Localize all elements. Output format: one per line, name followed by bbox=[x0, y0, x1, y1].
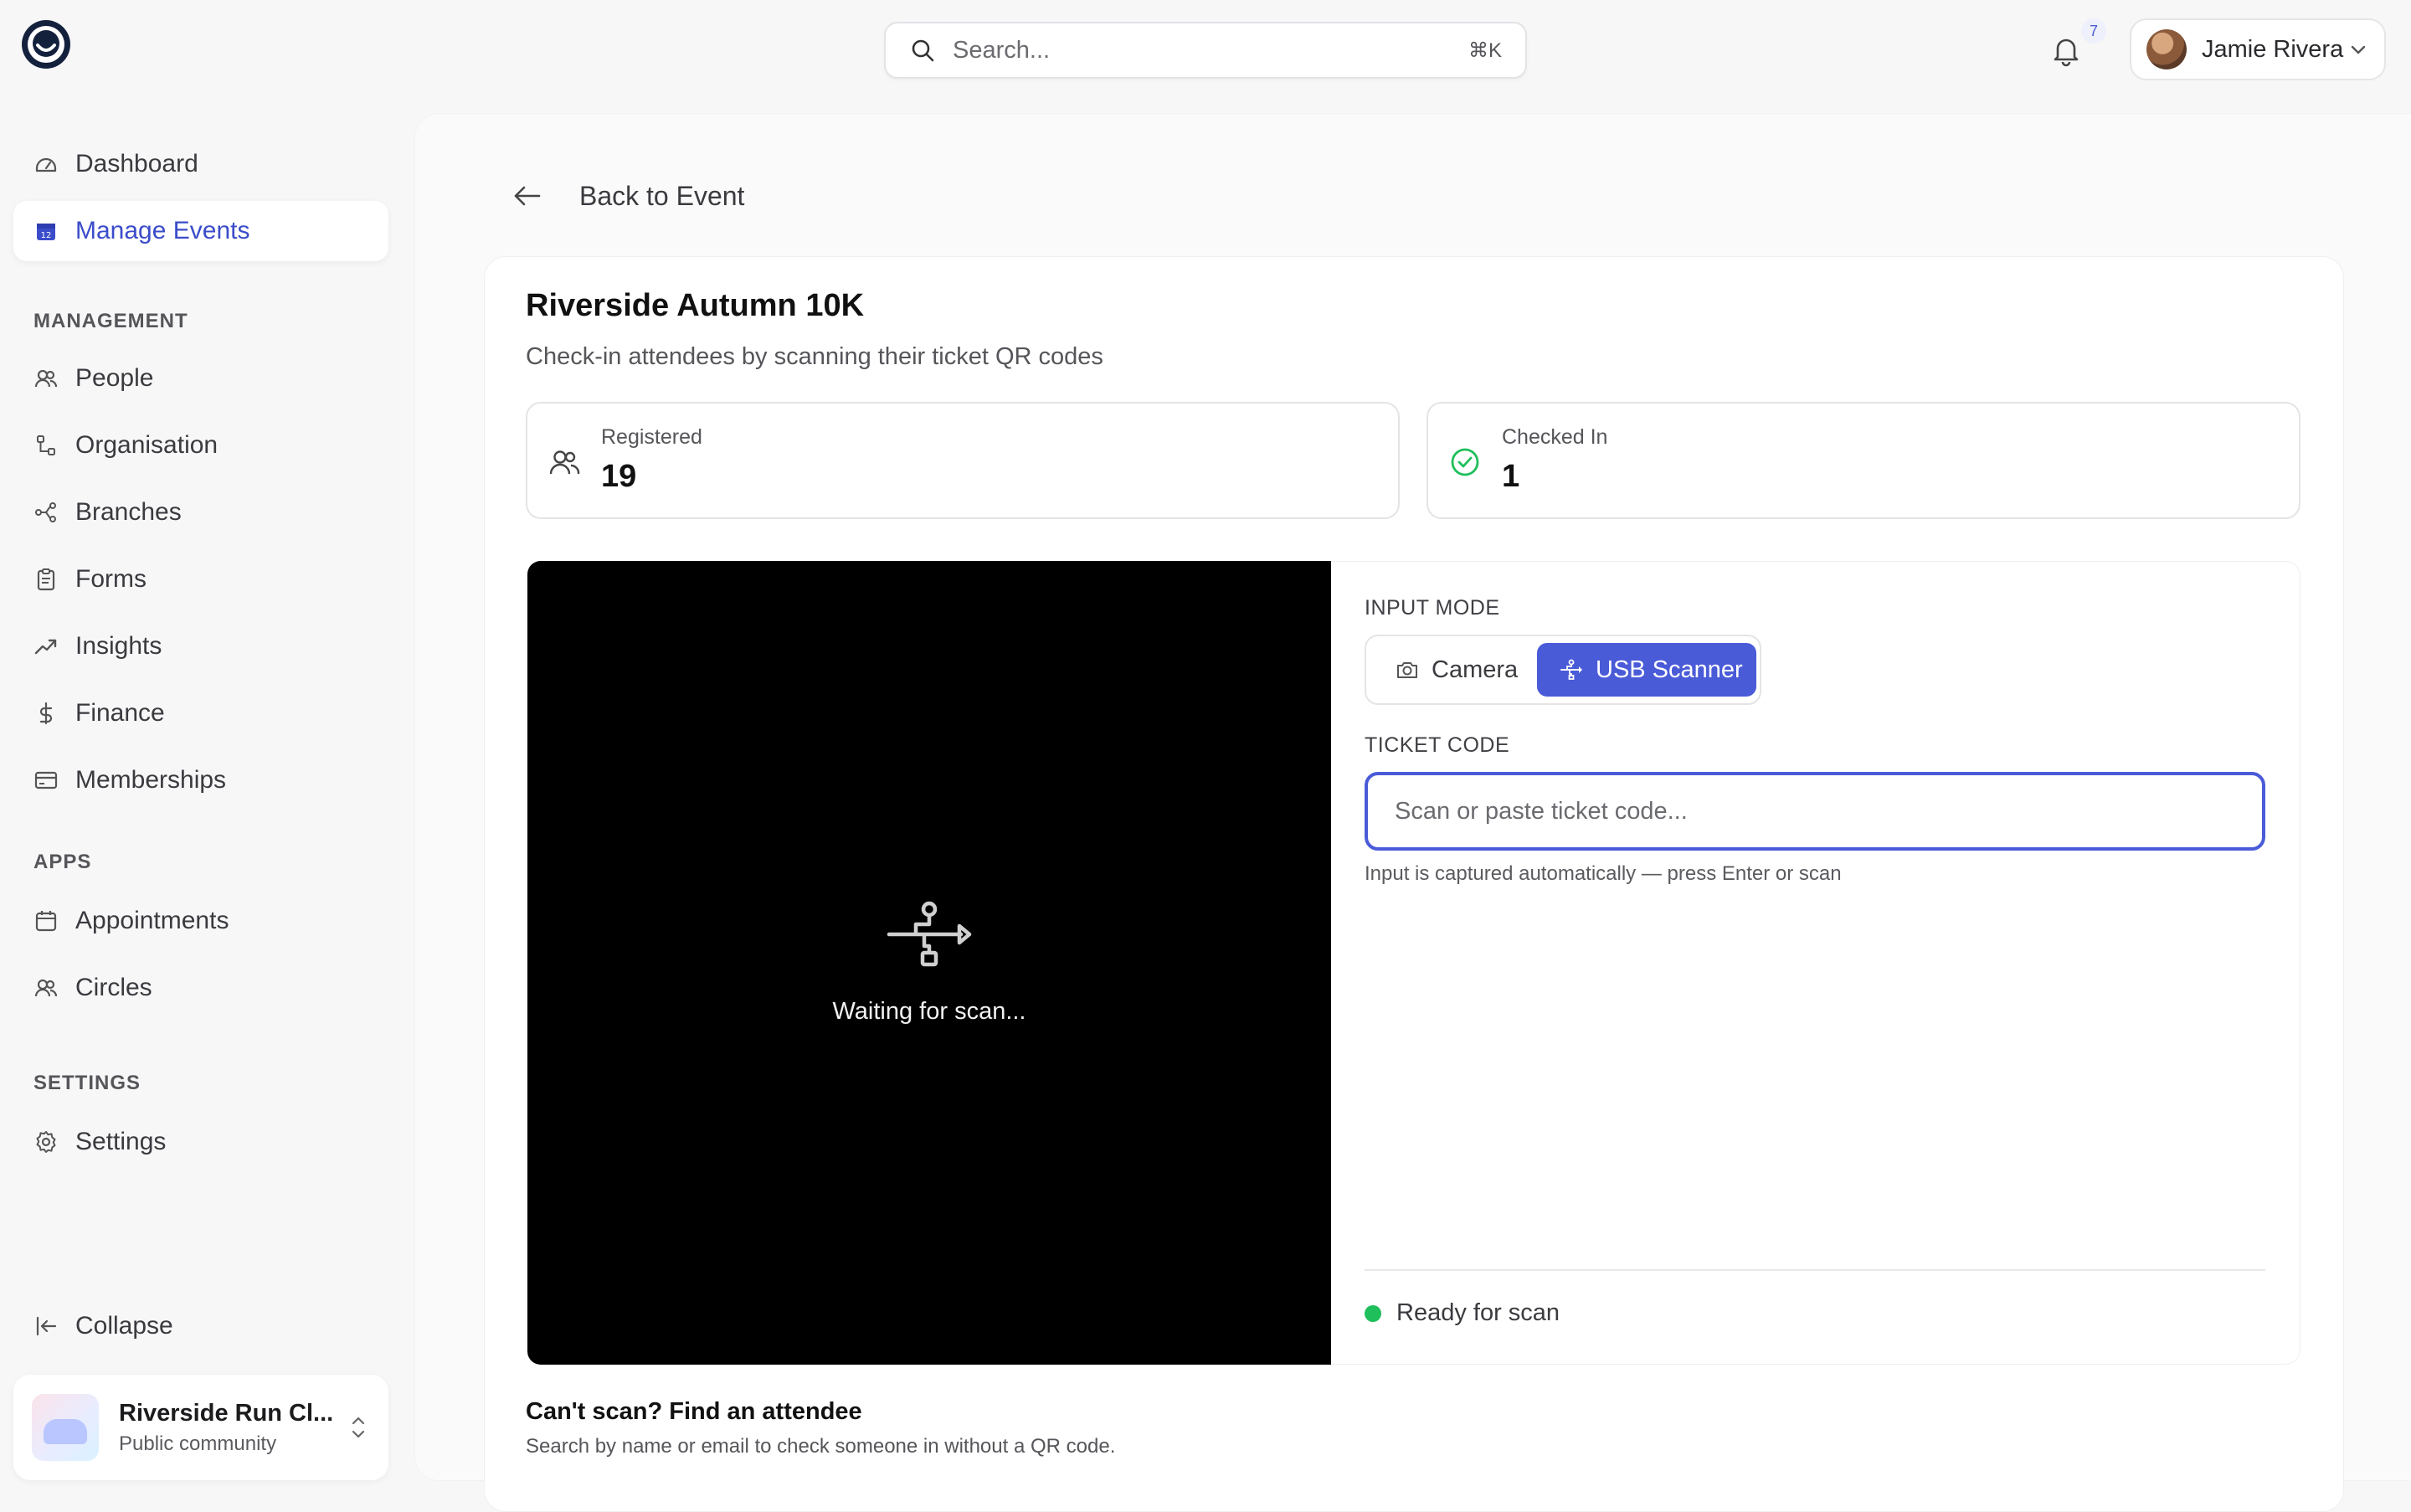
people-icon bbox=[34, 979, 58, 997]
scan-status: Ready for scan bbox=[1365, 1299, 1560, 1327]
back-label: Back to Event bbox=[579, 180, 745, 211]
notification-badge: 7 bbox=[2081, 18, 2106, 44]
sidebar-item-settings[interactable]: Settings bbox=[13, 1112, 388, 1172]
input-mode-label: INPUT MODE bbox=[1365, 596, 1500, 620]
sidebar-item-label: Forms bbox=[75, 565, 147, 593]
trend-icon bbox=[34, 639, 57, 655]
sidebar-item-label: Organisation bbox=[75, 431, 218, 459]
page-subtitle: Check-in attendees by scanning their tic… bbox=[526, 343, 1103, 370]
sidebar-item-branches[interactable]: Branches bbox=[13, 482, 388, 543]
arrow-left-icon bbox=[514, 186, 541, 206]
find-attendee-subtitle: Search by name or email to check someone… bbox=[526, 1435, 1116, 1458]
avatar bbox=[2146, 29, 2187, 69]
branches-icon bbox=[35, 502, 56, 522]
camera-mode-label: Camera bbox=[1432, 656, 1519, 683]
collapse-button[interactable]: Collapse bbox=[13, 1296, 388, 1356]
search-icon bbox=[912, 39, 934, 62]
ticket-code-input[interactable] bbox=[1365, 772, 2265, 851]
camera-mode-button[interactable]: Camera bbox=[1375, 643, 1539, 697]
collapse-icon bbox=[36, 1316, 57, 1336]
stat-value: 1 bbox=[1502, 459, 1520, 494]
divider bbox=[1365, 1269, 2265, 1271]
search-bar[interactable]: Search... ⌘K bbox=[884, 22, 1527, 79]
sidebar-item-label: Finance bbox=[75, 699, 165, 727]
org-name: Riverside Run Cl... bbox=[119, 1399, 334, 1427]
sidebar-item-label: Memberships bbox=[75, 766, 227, 794]
usb-icon bbox=[887, 901, 972, 967]
clipboard-icon bbox=[37, 568, 55, 591]
sidebar-item-memberships[interactable]: Memberships bbox=[13, 750, 388, 810]
sidebar-item-circles[interactable]: Circles bbox=[13, 958, 388, 1018]
svg-text:12: 12 bbox=[41, 231, 52, 240]
stat-card-checked-in: Checked In 1 bbox=[1427, 402, 2300, 519]
app-logo-icon[interactable] bbox=[20, 18, 72, 70]
calendar-icon bbox=[35, 911, 57, 932]
section-heading-settings: SETTINGS bbox=[33, 1072, 141, 1094]
scan-status-text: Ready for scan bbox=[1396, 1299, 1560, 1326]
people-icon bbox=[34, 369, 58, 388]
back-to-event-link[interactable]: Back to Event bbox=[511, 172, 744, 219]
chevron-up-down-icon bbox=[352, 1417, 365, 1438]
camera-icon bbox=[1397, 662, 1417, 678]
sidebar-item-insights[interactable]: Insights bbox=[13, 616, 388, 676]
sidebar-item-label: Settings bbox=[75, 1128, 167, 1155]
stat-card-registered: Registered 19 bbox=[526, 402, 1400, 519]
people-icon bbox=[549, 450, 580, 475]
stat-label: Registered bbox=[601, 425, 702, 449]
sidebar-item-forms[interactable]: Forms bbox=[13, 549, 388, 609]
sidebar-item-label: Branches bbox=[75, 498, 182, 526]
sidebar-item-people[interactable]: People bbox=[13, 348, 388, 409]
sidebar-item-label: Dashboard bbox=[75, 150, 198, 177]
page-title: Riverside Autumn 10K bbox=[526, 288, 865, 323]
sidebar-item-label: Circles bbox=[75, 974, 152, 1001]
sidebar-item-label: Insights bbox=[75, 632, 162, 660]
ticket-hint: Input is captured automatically — press … bbox=[1365, 862, 1842, 885]
dollar-icon bbox=[39, 702, 53, 725]
usb-scanner-mode-label: USB Scanner bbox=[1596, 656, 1743, 683]
waiting-text: Waiting for scan... bbox=[832, 998, 1026, 1025]
usb-scanner-mode-button[interactable]: USB Scanner bbox=[1537, 643, 1756, 697]
org-switcher[interactable]: Riverside Run Cl... Public community bbox=[13, 1375, 388, 1480]
usb-icon bbox=[1560, 659, 1582, 680]
user-name: Jamie Rivera bbox=[2202, 35, 2344, 63]
search-shortcut: ⌘K bbox=[1468, 39, 1502, 62]
section-heading-apps: APPS bbox=[33, 851, 92, 873]
org-tree-icon bbox=[37, 435, 55, 455]
collapse-label: Collapse bbox=[75, 1312, 173, 1340]
status-dot bbox=[1365, 1304, 1381, 1322]
section-heading-management: MANAGEMENT bbox=[33, 310, 188, 332]
check-circle-icon bbox=[1451, 448, 1479, 476]
sidebar-item-label: Appointments bbox=[75, 907, 229, 934]
sidebar-item-appointments[interactable]: Appointments bbox=[13, 891, 388, 951]
stat-label: Checked In bbox=[1502, 425, 1608, 449]
sidebar-item-label: People bbox=[75, 364, 154, 392]
sidebar-item-organisation[interactable]: Organisation bbox=[13, 415, 388, 476]
find-attendee-title: Can't scan? Find an attendee bbox=[526, 1398, 862, 1425]
gauge-icon bbox=[35, 157, 57, 172]
ticket-code-label: TICKET CODE bbox=[1365, 733, 1510, 757]
sidebar-item-dashboard[interactable]: Dashboard bbox=[13, 134, 388, 194]
gear-icon bbox=[36, 1131, 56, 1153]
card-icon bbox=[34, 771, 58, 789]
chevron-down-icon bbox=[2351, 45, 2366, 54]
bell-icon[interactable] bbox=[2048, 32, 2085, 69]
sidebar-item-label: Manage Events bbox=[75, 217, 250, 244]
org-logo bbox=[32, 1394, 99, 1461]
sidebar-item-finance[interactable]: Finance bbox=[13, 683, 388, 743]
search-placeholder: Search... bbox=[953, 36, 1051, 64]
input-mode-toggle: Camera USB Scanner bbox=[1365, 635, 1761, 705]
org-subtitle: Public community bbox=[119, 1432, 277, 1455]
calendar-icon: 12 bbox=[37, 224, 55, 240]
stat-value: 19 bbox=[601, 459, 637, 494]
user-menu[interactable]: Jamie Rivera bbox=[2130, 18, 2386, 80]
sidebar-item-manage-events[interactable]: 12 Manage Events bbox=[13, 201, 388, 261]
